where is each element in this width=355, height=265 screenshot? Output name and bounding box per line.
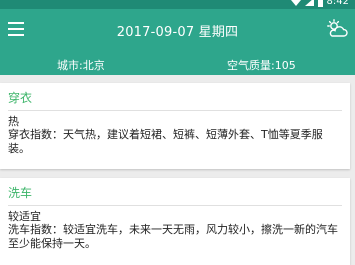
card-title: 洗车 <box>8 184 342 206</box>
card-level: 热 <box>8 115 19 128</box>
card-level: 较适宜 <box>8 210 41 223</box>
car-wash-card[interactable]: 洗车 较适宜 洗车指数：较适宜洗车，未来一天无雨，风力较小，擦洗一新的汽车至少能… <box>0 178 350 265</box>
partly-cloudy-icon[interactable] <box>326 19 348 39</box>
status-icons: 8:42 <box>290 0 349 8</box>
status-time: 8:42 <box>326 0 349 7</box>
info-bar: 城市:北京 空气质量:105 <box>0 53 355 75</box>
air-quality-label: 空气质量:105 <box>227 59 296 72</box>
date-text: 2017-09-07 <box>116 25 195 40</box>
card-description: 穿衣指数：天气热，建议着短裙、短裤、短薄外套、T恤等夏季服装。 <box>8 128 323 155</box>
battery-icon <box>317 0 323 7</box>
clothing-card[interactable]: 穿衣 热 穿衣指数：天气热，建议着短裙、短裤、短薄外套、T恤等夏季服装。 <box>0 83 350 169</box>
signal-icon <box>304 0 314 6</box>
page-title: 2017-09-07 星期四 <box>0 21 355 40</box>
status-bar: 8:42 <box>0 0 355 9</box>
card-description: 洗车指数：较适宜洗车，未来一天无雨，风力较小，擦洗一新的汽车至少能保持一天。 <box>8 223 338 250</box>
wifi-icon <box>290 0 301 6</box>
weekday-text: 星期四 <box>198 25 239 40</box>
toolbar: 2017-09-07 星期四 <box>0 9 355 53</box>
card-title: 穿衣 <box>8 89 342 111</box>
city-label: 城市:北京 <box>57 59 105 72</box>
